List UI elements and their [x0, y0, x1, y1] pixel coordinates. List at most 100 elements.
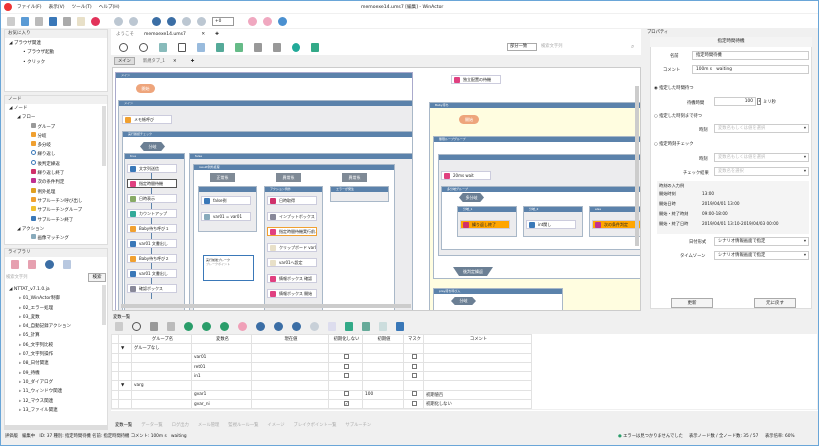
flow-node[interactable]: インプットボックス [267, 211, 317, 221]
node-sub-group[interactable]: サブルーチングループ [9, 206, 82, 215]
var-import-icon[interactable] [345, 322, 353, 331]
name-field[interactable]: 指定時間待機 [692, 51, 809, 60]
bottom-tab[interactable]: 変数一覧 [115, 423, 132, 428]
bottom-tab[interactable]: メール管理 [198, 423, 219, 428]
redo-icon[interactable] [129, 16, 138, 26]
flow-node[interactable]: 指定時間待機 [127, 179, 177, 188]
window-icon[interactable] [216, 42, 224, 52]
comment-field[interactable]: 100m s waiting [692, 65, 809, 74]
pause-icon[interactable] [182, 16, 191, 26]
search-icon[interactable]: ⌕ [631, 43, 634, 51]
wait-spinner[interactable]: ⇕ [757, 98, 761, 105]
gear-add-icon[interactable] [292, 42, 300, 52]
screenshot-icon[interactable] [197, 42, 205, 52]
flow-node[interactable]: var01 文書出し [127, 269, 177, 278]
collapse-icon[interactable]: ▼ [118, 380, 132, 391]
flow-node[interactable]: int関し [526, 220, 576, 229]
var-edit-icon[interactable] [328, 322, 336, 331]
group-row[interactable]: ▼ グループなし [111, 343, 817, 354]
target-icon[interactable] [278, 16, 287, 26]
date-format-select[interactable]: シナリオ情報画面で指定 [714, 237, 809, 246]
node-next-condition[interactable]: 次の条件判定 [9, 178, 82, 187]
var-tree-icon[interactable] [362, 322, 370, 331]
flow-node[interactable]: 繰り返し終了 [460, 220, 510, 229]
note-node[interactable]: 実行前後ブレーク ブレークポイント [203, 255, 254, 281]
tab-main[interactable]: メイン [114, 57, 135, 65]
cut-icon[interactable] [49, 16, 57, 26]
new-icon[interactable] [7, 16, 15, 26]
tab-welcome[interactable]: ようこそ [116, 31, 134, 37]
node-branch[interactable]: 分岐 [9, 131, 82, 141]
node-group[interactable]: グループ [9, 122, 82, 132]
flow-node[interactable]: 日時表示 [127, 194, 177, 203]
variable-row[interactable]: var01 [111, 352, 817, 363]
no-init-checkbox[interactable] [344, 363, 349, 369]
flow-node[interactable]: var01 = var01 [201, 212, 251, 221]
var-down-icon[interactable] [292, 322, 301, 331]
export-icon[interactable] [235, 42, 243, 52]
flow-node[interactable]: 指定時間待機実行前... [267, 227, 317, 236]
time2-select[interactable]: 変数名もしくは値を選択 [714, 153, 809, 162]
menu-file[interactable]: ファイル(F) [17, 5, 42, 10]
library-add-icon[interactable] [11, 260, 19, 269]
delete-icon[interactable] [91, 16, 100, 26]
step-icon[interactable] [167, 16, 176, 26]
no-init-checkbox[interactable] [344, 391, 349, 397]
node-image-match[interactable]: 画像マッチング [9, 234, 82, 243]
image-icon[interactable] [159, 42, 167, 52]
var-settings-icon[interactable] [396, 322, 404, 331]
favorite-group[interactable]: ◢ ブラウザ関連 [9, 39, 54, 48]
library-item[interactable]: ▹ 13_ファイル関連 [9, 406, 71, 415]
revert-button[interactable]: 元に戻す [754, 298, 796, 308]
variable-row[interactable]: gvar_ni ✓ 初期化しない [111, 399, 817, 410]
mask-checkbox[interactable] [412, 363, 417, 369]
var-search-icon[interactable] [132, 322, 141, 331]
node-post-loop[interactable]: 後判定繰返 [9, 159, 82, 169]
nodes-scrollbar[interactable] [102, 106, 106, 166]
radio-wait-until[interactable]: ○ 指定した時刻まで待つ [654, 113, 702, 119]
var-delete-icon[interactable] [310, 322, 319, 331]
flow-node[interactable]: 情報ボックス 開始 [267, 289, 317, 298]
undo-icon[interactable] [114, 16, 123, 26]
canvas-vscroll[interactable] [635, 86, 639, 246]
group-up-icon[interactable] [202, 322, 211, 331]
flow-node[interactable]: 情報ボックス 確認 [267, 273, 317, 283]
post-loop-node[interactable]: 後判定繰返 [453, 267, 493, 276]
bottom-tab[interactable]: データ一覧 [141, 423, 162, 428]
flow-canvas[interactable]: メイン 開始 メイン メモ帳呼び 実行確認チェック 分岐 true false … [112, 67, 641, 311]
group-error-occurred[interactable]: エラーが発生 [330, 186, 389, 202]
match-mode-select[interactable]: 部分一致 [507, 43, 537, 51]
flow-node[interactable]: false例 [201, 196, 251, 205]
zoom-out-icon[interactable] [139, 42, 148, 52]
start-node-2[interactable]: 開始 [459, 115, 479, 124]
node-exception[interactable]: 例外処理 [9, 187, 82, 197]
swap-icon[interactable] [311, 42, 319, 52]
library-item[interactable]: ▹ 08_日付関連 [9, 359, 71, 368]
flow-node[interactable]: 次の条件判定 [592, 220, 640, 229]
favorite-item[interactable]: • クリック [9, 58, 54, 67]
branch-node[interactable]: 分岐 [140, 142, 165, 151]
frame-icon[interactable] [178, 42, 186, 52]
update-button[interactable]: 更新 [671, 298, 713, 308]
branch-node-2[interactable]: 分岐 [451, 297, 476, 305]
library-item[interactable]: ▹ 03_変数 [9, 313, 71, 322]
run-icon[interactable] [152, 16, 161, 26]
add-subtab-icon[interactable]: ✚ [191, 59, 195, 64]
result-select[interactable]: 変数名を選択 [714, 167, 809, 176]
var-clear-icon[interactable] [150, 322, 158, 331]
library-item[interactable]: ▹ 05_計算 [9, 331, 71, 340]
bottom-tab[interactable]: サブルーチン [345, 423, 371, 428]
no-init-checkbox[interactable] [344, 372, 349, 378]
library-hscroll[interactable] [4, 425, 108, 430]
variable-row[interactable]: in1 [111, 371, 817, 382]
time-select[interactable]: 変数名もしくは値を選択 [714, 124, 809, 133]
library-search-input[interactable]: 検索文字列 [6, 273, 86, 282]
library-item[interactable]: ▹ 09_待機 [9, 369, 71, 378]
speed-select[interactable]: +0 [212, 16, 234, 26]
stop-icon[interactable] [197, 16, 206, 26]
mask-checkbox[interactable] [412, 372, 417, 378]
independent-wait-node[interactable]: 独立配置の待機 [451, 75, 501, 84]
library-item[interactable]: ▹ 07_文字列操作 [9, 350, 71, 359]
zoom-in-icon[interactable] [119, 42, 128, 52]
group-delete-icon[interactable] [238, 322, 247, 331]
